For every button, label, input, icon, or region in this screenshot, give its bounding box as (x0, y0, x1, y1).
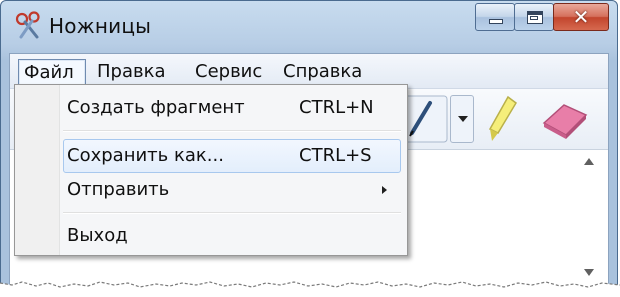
menu-item-label: Создать фрагмент (67, 97, 245, 118)
menu-edit[interactable]: Правка (92, 59, 171, 85)
menu-icon-gutter (15, 85, 60, 255)
menu-file-label: Файл (24, 62, 74, 83)
menu-help-label: Справка (283, 61, 363, 82)
menu-separator (63, 130, 401, 132)
highlighter-icon[interactable] (484, 93, 520, 145)
window-title: Ножницы (49, 14, 152, 38)
torn-edge-decoration (0, 281, 620, 297)
menu-file[interactable]: Файл (18, 59, 86, 85)
close-button[interactable]: ✕ (553, 3, 609, 31)
menu-item-shortcut: CTRL+S (299, 145, 372, 166)
menu-item-new-snip[interactable]: Создать фрагмент CTRL+N (63, 91, 401, 125)
menu-item-exit[interactable]: Выход (63, 219, 401, 253)
dropdown-arrow-icon (458, 116, 468, 122)
menu-tools[interactable]: Сервис (190, 59, 267, 85)
menu-item-label: Сохранить как... (67, 145, 224, 166)
menu-separator (63, 212, 401, 214)
maximize-button[interactable] (514, 3, 554, 31)
maximize-icon (527, 11, 543, 24)
menu-item-label: Отправить (67, 179, 170, 200)
menu-item-shortcut: CTRL+N (299, 97, 374, 118)
title-bar[interactable]: Ножницы ✕ (1, 1, 617, 53)
scissors-icon (15, 11, 40, 39)
menu-item-send[interactable]: Отправить (63, 173, 401, 207)
menu-tools-label: Сервис (195, 61, 263, 82)
submenu-arrow-icon (382, 186, 387, 194)
minimize-button[interactable] (475, 3, 515, 31)
menu-item-save-as[interactable]: Сохранить как... CTRL+S (63, 139, 401, 173)
menu-item-label: Выход (67, 225, 128, 246)
scroll-up-icon[interactable] (584, 158, 594, 165)
menu-help[interactable]: Справка (278, 59, 367, 85)
menu-edit-label: Правка (97, 61, 166, 82)
close-icon: ✕ (572, 5, 590, 29)
minimize-icon (489, 19, 503, 24)
caption-buttons: ✕ (475, 3, 609, 31)
eraser-icon[interactable] (540, 97, 590, 141)
pen-dropdown-button[interactable] (450, 95, 474, 143)
file-menu-dropdown: Создать фрагмент CTRL+N Сохранить как...… (14, 84, 408, 256)
